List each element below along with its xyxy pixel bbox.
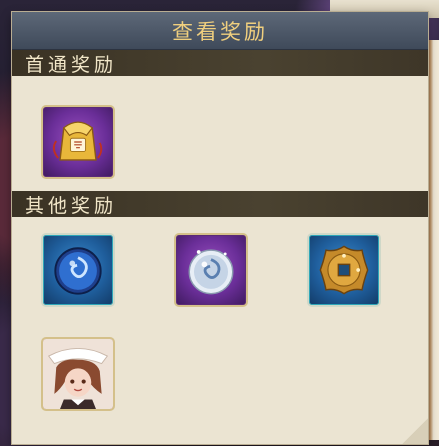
first-clear-rewards-header: 首通奖励 bbox=[12, 50, 428, 76]
reward-item-character-portrait[interactable] bbox=[41, 337, 115, 411]
gold-envelope-pouch-icon bbox=[52, 121, 103, 161]
character-portrait-icon bbox=[43, 339, 113, 409]
dialog-corner-decoration bbox=[402, 418, 428, 444]
reward-preview-dialog: 查看奖励 首通奖励 其他奖励 bbox=[12, 12, 428, 444]
gold-coin-icon bbox=[319, 245, 369, 295]
other-rewards-header: 其他奖励 bbox=[12, 191, 428, 217]
reward-item-blue-orb[interactable] bbox=[41, 233, 115, 307]
reward-item-silver-orb[interactable] bbox=[174, 233, 248, 307]
reward-item-gold-coin[interactable] bbox=[307, 233, 381, 307]
blue-swirl-orb-icon bbox=[54, 247, 102, 295]
silver-swirl-orb-icon bbox=[188, 249, 234, 295]
reward-item-gold-pouch[interactable] bbox=[41, 105, 115, 179]
dialog-title: 查看奖励 bbox=[12, 12, 428, 50]
